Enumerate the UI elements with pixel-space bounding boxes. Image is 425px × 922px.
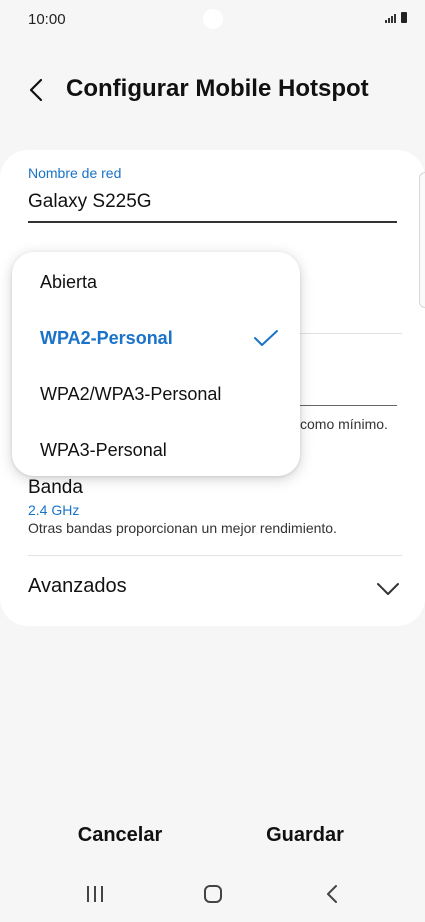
advanced-label: Avanzados xyxy=(28,575,127,597)
dropdown-item-label: WPA3-Personal xyxy=(40,440,167,460)
dropdown-item-abierta[interactable]: Abierta xyxy=(12,254,300,310)
dropdown-item-label: WPA2/WPA3-Personal xyxy=(40,384,222,404)
chevron-down-icon xyxy=(377,583,399,595)
front-camera xyxy=(203,9,223,29)
dropdown-item-wpa2-personal[interactable]: WPA2-Personal xyxy=(12,310,300,366)
network-name-label: Nombre de red xyxy=(28,165,122,181)
scroll-handle[interactable] xyxy=(419,172,425,308)
back-button[interactable] xyxy=(24,74,52,106)
back-nav-icon[interactable] xyxy=(325,884,339,904)
password-field[interactable] xyxy=(300,405,397,406)
advanced-row[interactable]: Avanzados xyxy=(0,556,425,620)
network-name-underline xyxy=(28,221,397,223)
dropdown-item-wpa2-wpa3-personal[interactable]: WPA2/WPA3-Personal xyxy=(12,366,300,422)
status-icons xyxy=(385,12,407,23)
status-time: 10:00 xyxy=(28,11,66,28)
page-title: Configurar Mobile Hotspot xyxy=(66,75,369,102)
cancel-button[interactable]: Cancelar xyxy=(70,824,170,847)
bottom-actions: Cancelar Guardar xyxy=(0,812,425,862)
app-header: Configurar Mobile Hotspot xyxy=(0,60,425,120)
band-label[interactable]: Banda xyxy=(28,477,83,499)
status-bar: 10:00 xyxy=(0,0,425,40)
navigation-bar xyxy=(0,870,425,922)
band-value: 2.4 GHz xyxy=(28,502,80,518)
home-icon[interactable] xyxy=(204,885,222,903)
save-button[interactable]: Guardar xyxy=(255,824,355,847)
battery-icon xyxy=(401,12,407,23)
security-dropdown: Abierta WPA2-Personal WPA2/WPA3-Personal… xyxy=(12,252,300,476)
password-help-text: como mínimo. xyxy=(300,416,388,432)
dropdown-item-wpa3-personal[interactable]: WPA3-Personal xyxy=(12,422,300,478)
divider xyxy=(300,333,402,334)
dropdown-item-label: Abierta xyxy=(40,272,98,292)
chevron-left-icon xyxy=(29,78,43,102)
band-description: Otras bandas proporcionan un mejor rendi… xyxy=(28,520,337,536)
recent-apps-icon[interactable] xyxy=(85,885,105,903)
check-icon xyxy=(254,330,278,346)
dropdown-item-label: WPA2-Personal xyxy=(40,328,173,348)
signal-icon xyxy=(385,14,396,23)
network-name-input[interactable]: Galaxy S225G xyxy=(28,191,152,213)
